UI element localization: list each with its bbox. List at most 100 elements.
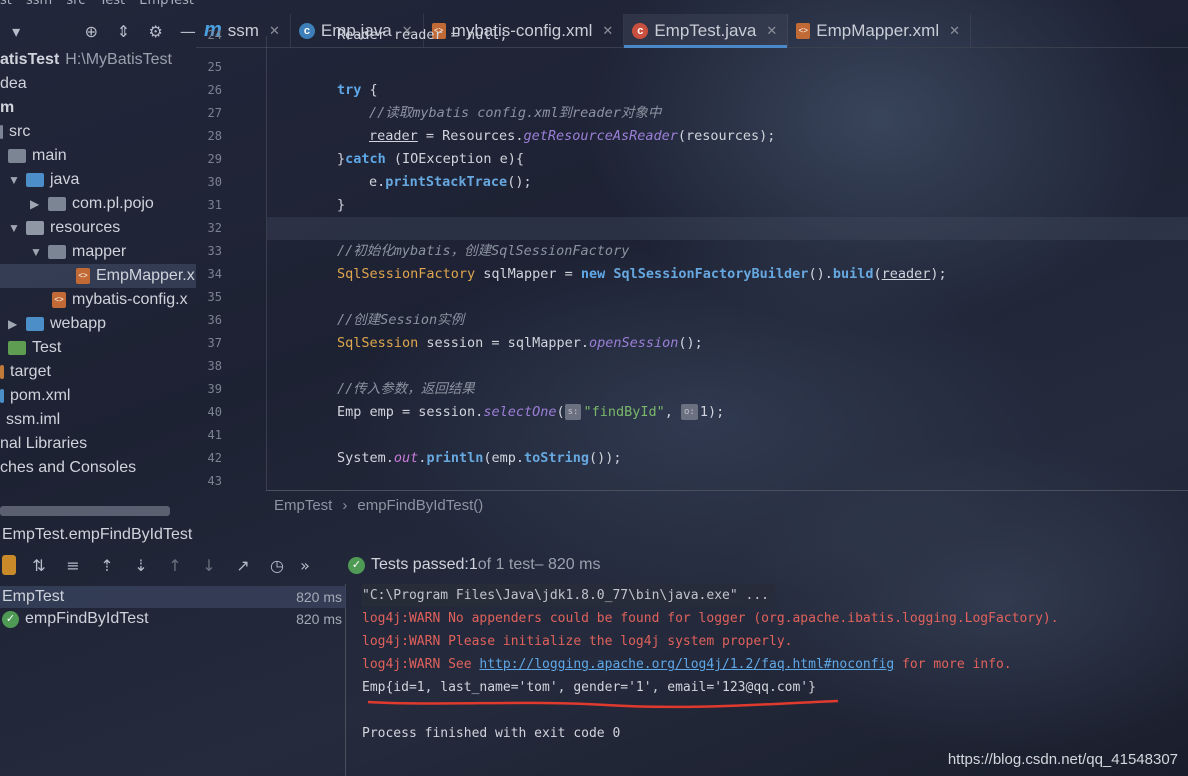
collapse-all-icon[interactable]: ⇣ <box>130 556 152 575</box>
console-link[interactable]: http://logging.apache.org/log4j/1.2/faq.… <box>479 657 894 672</box>
tree-item[interactable]: src <box>0 120 30 144</box>
line-number: 26 <box>207 83 222 97</box>
more-icon[interactable]: » <box>300 556 310 575</box>
code-line: System.out.println(emp.toString()); <box>337 450 622 466</box>
run-config-label[interactable]: EmpTest.empFindByIdTest <box>2 526 192 544</box>
check-icon: ✓ <box>2 610 19 628</box>
test-label: EmpTest <box>2 588 65 605</box>
tree-label: com.pl.pojo <box>72 195 154 212</box>
tree-label: Test <box>32 339 62 356</box>
tree-label: atisTest <box>0 51 60 68</box>
test-time: 820 ms <box>296 611 342 627</box>
tree-item[interactable]: pom.xml <box>0 384 70 408</box>
line-number: 34 <box>207 267 222 281</box>
chevron-down-icon[interactable]: ▼ <box>8 168 20 192</box>
line-number: 37 <box>207 336 222 350</box>
tree-item[interactable]: main <box>8 144 67 168</box>
code-line: SqlSession session = sqlMapper.openSessi… <box>337 335 703 351</box>
tree-label: mybatis-config.x <box>72 291 188 308</box>
editor-breadcrumb: EmpTest › empFindByIdTest() <box>266 490 1188 520</box>
console-output[interactable]: "C:\Program Files\Java\jdk1.8.0_77\bin\j… <box>348 584 1188 776</box>
status-suffix: of 1 test <box>477 556 535 573</box>
tree-item[interactable]: Test <box>8 336 61 360</box>
gear-icon[interactable]: ⚙ <box>148 22 164 41</box>
tree-item[interactable]: dea <box>0 72 27 96</box>
red-underline-annotation <box>367 699 839 709</box>
tree-label: ches and Consoles <box>0 459 137 476</box>
dropdown-arrow-icon[interactable]: ▾ <box>8 22 24 41</box>
tree-item[interactable]: ▼ java <box>8 168 79 192</box>
rerun-icon[interactable] <box>2 555 16 575</box>
line-number: 43 <box>207 474 222 488</box>
chevron-right-icon: › <box>342 497 348 514</box>
xml-icon: <> <box>52 292 66 308</box>
sort-duration-icon[interactable]: ≡ <box>62 556 84 575</box>
tree-item[interactable]: ssm.iml <box>6 408 60 432</box>
test-case-row[interactable]: ✓ empFindByIdTest 820 ms <box>0 608 346 630</box>
tree-item[interactable]: ▶ com.pl.pojo <box>30 192 154 216</box>
code-line: try { <box>337 82 378 98</box>
tree-item[interactable]: ches and Consoles <box>0 456 136 480</box>
expand-all-icon[interactable]: ⇡ <box>96 556 118 575</box>
line-number: 41 <box>207 428 222 442</box>
status-prefix: Tests passed: <box>371 556 469 573</box>
nav-crumb[interactable]: Test <box>100 0 126 8</box>
chevron-down-icon[interactable]: ▼ <box>30 240 42 264</box>
tree-item[interactable]: ▶ webapp <box>8 312 106 336</box>
console-warning-line: log4j:WARN See http://logging.apache.org… <box>362 657 1012 672</box>
code-line: } <box>337 197 346 213</box>
export-icon[interactable]: ↗ <box>232 556 254 575</box>
up-arrow-icon[interactable]: ↑ <box>164 556 186 575</box>
nav-crumb[interactable]: EmpTest <box>139 0 194 8</box>
chevron-right-icon[interactable]: ▶ <box>30 192 42 216</box>
sort-alpha-icon[interactable]: ⇅ <box>28 556 50 575</box>
check-icon: ✓ <box>348 556 365 574</box>
nav-crumb[interactable]: src <box>66 0 85 8</box>
tree-label: pom.xml <box>10 387 71 404</box>
package-icon <box>48 197 66 211</box>
line-number: 27 <box>207 106 222 120</box>
line-number: 29 <box>207 152 222 166</box>
tree-item[interactable]: nal Libraries <box>0 432 87 456</box>
horizontal-scrollbar[interactable] <box>0 506 170 516</box>
chevron-down-icon[interactable]: ▼ <box>8 216 20 240</box>
nav-crumb[interactable]: ssm <box>26 0 52 8</box>
locate-icon[interactable]: ⊕ <box>83 22 99 41</box>
line-number: 32 <box>207 221 222 235</box>
tree-item[interactable]: ▼ resources <box>8 216 120 240</box>
tree-item[interactable]: ▼ mapper <box>30 240 126 264</box>
tree-label: src <box>9 123 31 140</box>
history-icon[interactable]: ◷ <box>266 556 288 575</box>
project-tree: atisTest H:\MyBatisTest dea m src main ▼… <box>0 48 196 488</box>
code-editor[interactable]: Reader reader = null; try { //读取mybatis … <box>266 27 1188 490</box>
tree-item[interactable]: m <box>0 96 14 120</box>
tree-item[interactable]: <> mybatis-config.x <box>52 288 188 312</box>
source-folder-icon <box>26 173 44 187</box>
project-toolbar: ▾ ⊕ ⇕ ⚙ — <box>0 14 196 48</box>
line-number: 31 <box>207 198 222 212</box>
tree-item-selected[interactable]: <> EmpMapper.x <box>0 264 196 288</box>
console-warning: log4j:WARN Please initialize the log4j s… <box>362 634 793 649</box>
tree-label: m <box>0 99 15 116</box>
nav-crumb[interactable]: st <box>0 0 12 8</box>
chevron-right-icon[interactable]: ▶ <box>8 312 20 336</box>
line-number: 35 <box>207 290 222 304</box>
test-suite-row[interactable]: EmpTest 820 ms <box>0 586 346 608</box>
hide-icon[interactable]: — <box>180 22 196 41</box>
folder-icon <box>0 125 3 139</box>
tree-label: dea <box>0 75 27 92</box>
tree-label: mapper <box>72 243 127 260</box>
tree-path: H:\MyBatisTest <box>65 51 172 68</box>
test-results-tree: EmpTest 820 ms ✓ empFindByIdTest 820 ms <box>0 584 346 776</box>
breadcrumb-method[interactable]: empFindByIdTest() <box>357 497 483 514</box>
down-arrow-icon[interactable]: ↓ <box>198 556 220 575</box>
tree-item[interactable]: target <box>0 360 51 384</box>
collapse-all-icon[interactable]: ⇕ <box>115 22 131 41</box>
line-number: 28 <box>207 129 222 143</box>
tree-label: target <box>10 363 51 380</box>
line-number: 33 <box>207 244 222 258</box>
line-gutter: 24 25 26 27 28 29 30 31 32 33 34 35 36 3… <box>196 28 266 490</box>
tree-root[interactable]: atisTest H:\MyBatisTest <box>0 48 172 72</box>
breadcrumb-class[interactable]: EmpTest <box>274 497 332 514</box>
console-exit: Process finished with exit code 0 <box>362 726 621 741</box>
